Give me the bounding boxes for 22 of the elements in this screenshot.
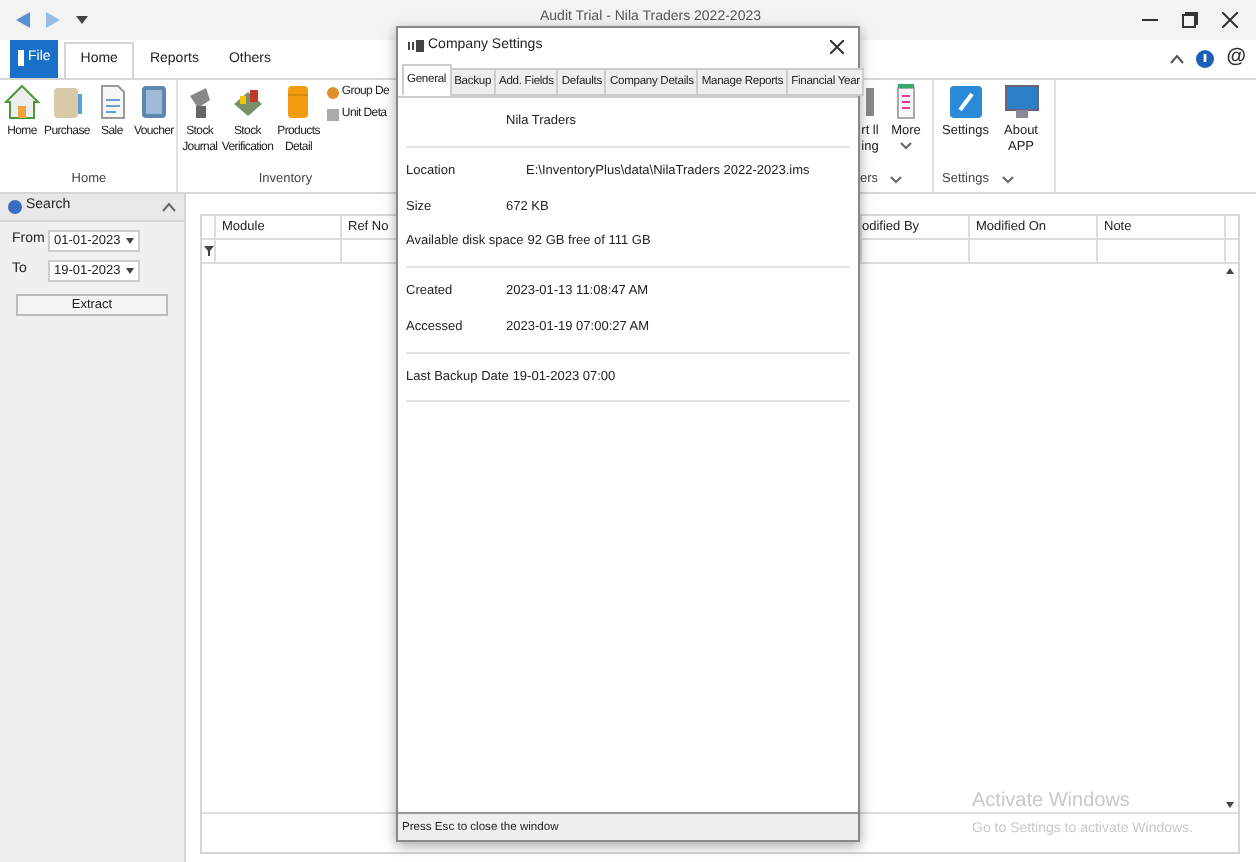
at-sign[interactable]: @ [1226, 48, 1246, 68]
house-icon [4, 84, 40, 120]
collapse-icon [162, 202, 176, 212]
close-icon [1222, 12, 1238, 28]
collapse-icon [1170, 53, 1185, 63]
dropdown-icon [76, 15, 88, 25]
monitor-icon [1003, 84, 1039, 120]
dropdown-icon [126, 268, 134, 274]
scroll-down-icon [1226, 802, 1234, 808]
close-icon [830, 39, 844, 53]
expand-icon [1001, 175, 1013, 184]
scroll-up-icon [1226, 268, 1234, 274]
restore-icon [1182, 12, 1198, 28]
forward-arrow-icon [44, 10, 62, 30]
help-icon [1196, 49, 1215, 67]
dropdown-icon [126, 238, 134, 244]
book-icon [48, 84, 85, 120]
expand-icon [890, 175, 903, 184]
dropdown-icon [900, 142, 912, 150]
back-arrow-icon [14, 10, 32, 30]
filter-icon [203, 246, 213, 256]
app-icon [408, 40, 424, 52]
